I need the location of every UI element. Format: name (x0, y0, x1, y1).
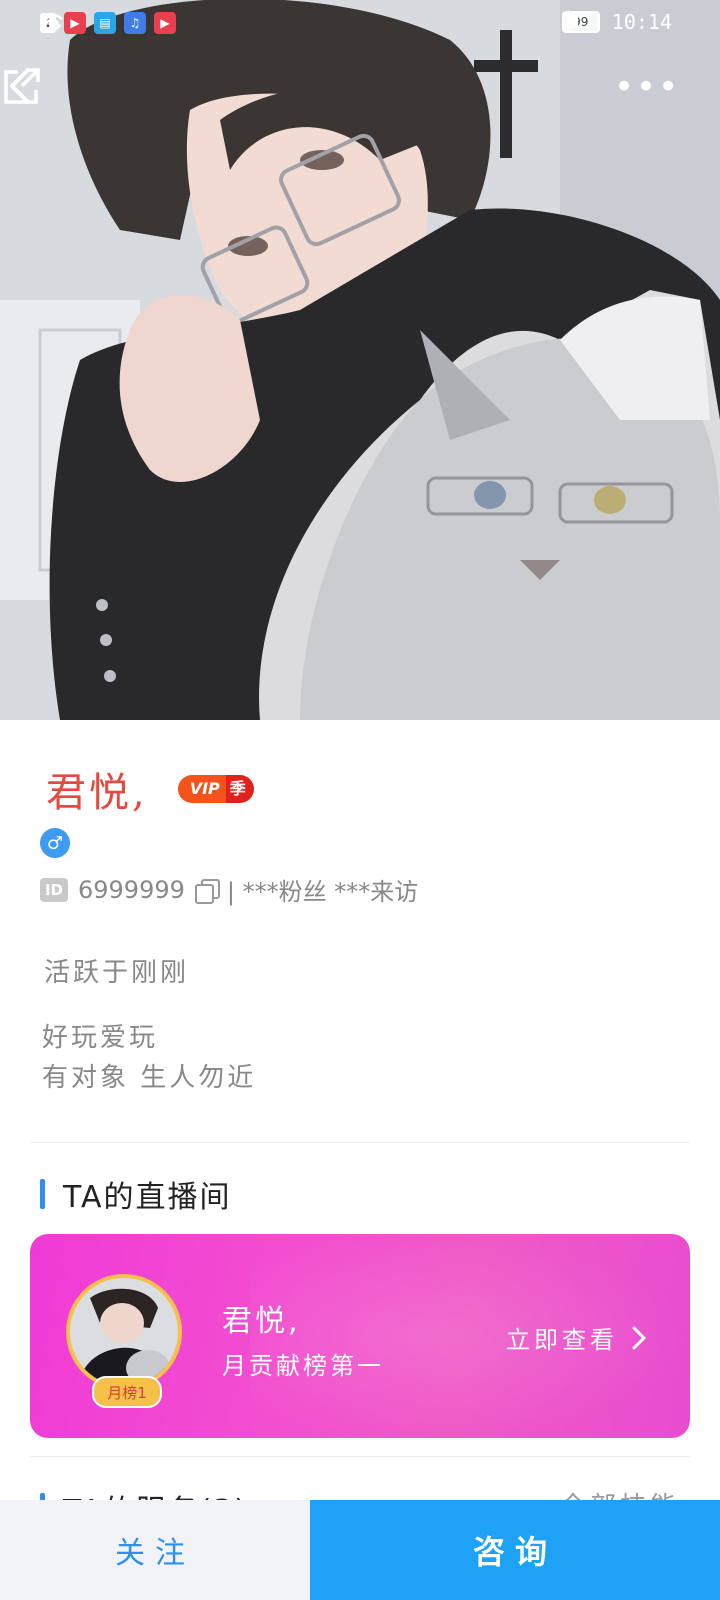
chevron-right-icon (632, 1326, 646, 1349)
vip-label: VIP (177, 775, 226, 803)
id-badge: ID (40, 877, 68, 902)
vip-badge: VIP 季 (177, 775, 254, 803)
consult-button[interactable]: 咨询 (310, 1500, 720, 1600)
share-icon[interactable] (0, 64, 44, 108)
monthly-rank-badge: 月榜1 (92, 1376, 162, 1408)
status-right-icons: 99 10:14 (561, 10, 672, 34)
avatar-image (70, 1278, 178, 1386)
male-gender-icon: ♂ (40, 828, 70, 858)
user-name: 君悦, (46, 770, 148, 816)
app-video2-icon: ▶ (154, 12, 176, 34)
vpn-icon (41, 13, 62, 32)
app-music-icon: ♫ (124, 12, 146, 34)
status-time: 10:14 (611, 10, 672, 34)
app-video-icon: ▶ (64, 12, 86, 34)
id-row: ID 6999999 | ***粉丝 ***来访 (40, 872, 418, 907)
streamer-avatar (66, 1274, 182, 1390)
bio-line: 有对象 生人勿近 (42, 1063, 257, 1093)
live-room-card[interactable]: 月榜1 君悦, 月贡献榜第一 立即查看 (30, 1234, 690, 1438)
follow-button[interactable]: 关注 (0, 1500, 310, 1600)
divider (30, 1142, 690, 1143)
streamer-name: 君悦, (222, 1304, 301, 1339)
avatar-illustration (70, 1278, 178, 1386)
app-reader-icon: ▤ (94, 12, 116, 34)
mute-icon (563, 11, 581, 31)
status-bar: ! ▶ ▤ ♫ ▶ 99 10:14 (0, 0, 720, 48)
name-row: 君悦, VIP 季 (46, 760, 254, 818)
bottom-action-bar: 关注 咨询 (0, 1500, 720, 1600)
stats-text: | ***粉丝 ***来访 (226, 878, 419, 906)
user-id: 6999999 (78, 875, 185, 904)
divider (30, 1456, 690, 1457)
bio: 好玩爱玩 有对象 生人勿近 (42, 1018, 256, 1098)
live-section-title: TA的直播间 (63, 1180, 232, 1215)
view-now-label: 立即查看 (506, 1326, 618, 1354)
view-now-button[interactable]: 立即查看 (506, 1320, 646, 1355)
streamer-rank-text: 月贡献榜第一 (222, 1352, 384, 1380)
vip-season-label: 季 (225, 775, 254, 803)
bio-line: 好玩爱玩 (42, 1023, 159, 1053)
more-options-icon[interactable]: ••• (614, 70, 678, 112)
top-nav: ••• (0, 64, 720, 120)
section-accent-bar (40, 1179, 45, 1209)
last-active-text: 活跃于刚刚 (44, 958, 190, 988)
live-section-header: TA的直播间 (40, 1172, 232, 1216)
profile-cover-photo: ! ▶ ▤ ♫ ▶ 99 10:14 ••• (0, 0, 720, 720)
status-left-icons: ! ▶ ▤ ♫ ▶ (40, 12, 176, 34)
copy-icon[interactable] (194, 878, 220, 904)
